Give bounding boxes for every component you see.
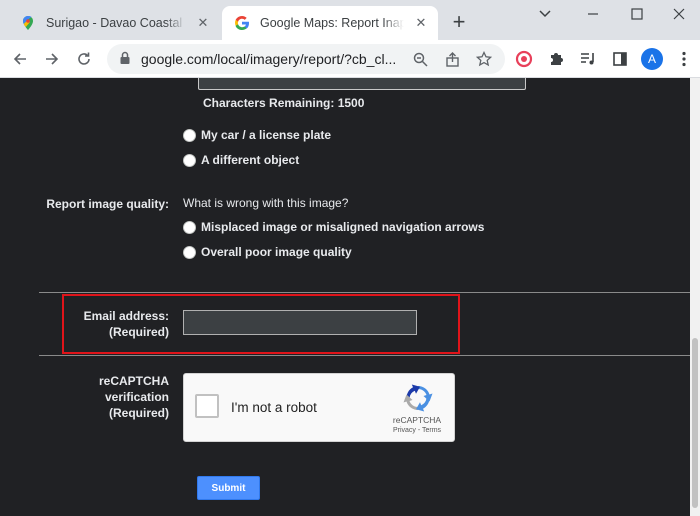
scrollbar-thumb[interactable] bbox=[692, 338, 698, 508]
recaptcha-checkbox-label: I'm not a robot bbox=[231, 400, 317, 415]
address-bar[interactable]: google.com/local/imagery/report/?cb_cl..… bbox=[107, 44, 505, 74]
divider bbox=[39, 355, 690, 356]
minimize-icon[interactable] bbox=[570, 2, 616, 26]
radio-button[interactable] bbox=[183, 153, 196, 167]
tab-strip: Surigao - Davao Coastal Rd ✕ Google Maps… bbox=[0, 0, 700, 40]
recaptcha-label-group: reCAPTCHA verification (Required) bbox=[70, 373, 169, 421]
side-panel-icon[interactable] bbox=[606, 45, 634, 73]
profile-avatar[interactable]: A bbox=[641, 48, 663, 70]
radio-label: Misplaced image or misaligned navigation… bbox=[201, 220, 485, 234]
share-icon[interactable] bbox=[443, 50, 461, 68]
radio-option-misplaced[interactable]: Misplaced image or misaligned navigation… bbox=[183, 220, 484, 234]
recaptcha-logo-icon bbox=[403, 384, 433, 412]
maximize-icon[interactable] bbox=[614, 2, 660, 26]
media-queue-icon[interactable] bbox=[574, 45, 602, 73]
divider bbox=[39, 292, 690, 293]
close-icon[interactable]: ✕ bbox=[194, 14, 212, 32]
zoom-icon[interactable] bbox=[411, 50, 429, 68]
back-arrow-icon[interactable] bbox=[6, 45, 34, 73]
window-close-icon[interactable] bbox=[656, 2, 700, 26]
star-icon[interactable] bbox=[475, 50, 493, 68]
report-form-page: Characters Remaining: 1500 My car / a li… bbox=[0, 78, 690, 516]
radio-button[interactable] bbox=[183, 220, 196, 234]
tab-search-chevron-icon[interactable] bbox=[522, 2, 568, 26]
tab-surigao[interactable]: Surigao - Davao Coastal Rd ✕ bbox=[8, 6, 220, 40]
recaptcha-widget: I'm not a robot reCAPTCHA Privacy - Term… bbox=[183, 373, 455, 442]
radio-option-different-object[interactable]: A different object bbox=[183, 153, 299, 167]
new-tab-button[interactable]: + bbox=[446, 10, 472, 36]
radio-option-poor-quality[interactable]: Overall poor image quality bbox=[183, 245, 352, 259]
browser-toolbar: google.com/local/imagery/report/?cb_cl..… bbox=[0, 40, 700, 78]
radio-option-car[interactable]: My car / a license plate bbox=[183, 128, 331, 142]
google-maps-pin-icon bbox=[23, 16, 33, 30]
tab-title: Surigao - Davao Coastal Rd bbox=[46, 16, 186, 30]
radio-label: Overall poor image quality bbox=[201, 245, 352, 259]
radio-button[interactable] bbox=[183, 245, 196, 259]
radio-label: A different object bbox=[201, 153, 300, 167]
recaptcha-privacy-terms[interactable]: Privacy - Terms bbox=[382, 427, 452, 434]
lock-icon bbox=[120, 51, 130, 64]
recaptcha-brand: reCAPTCHA bbox=[392, 415, 442, 425]
email-required: (Required) bbox=[109, 325, 169, 339]
reload-icon[interactable] bbox=[70, 45, 98, 73]
email-label-group: Email address: (Required) bbox=[70, 308, 169, 340]
menu-kebab-icon[interactable] bbox=[670, 45, 698, 73]
radio-button[interactable] bbox=[183, 128, 196, 142]
extensions-puzzle-icon[interactable] bbox=[542, 45, 570, 73]
recaptcha-checkbox[interactable] bbox=[195, 394, 219, 418]
forward-arrow-icon[interactable] bbox=[38, 45, 66, 73]
recaptcha-label: reCAPTCHA bbox=[98, 374, 169, 388]
url-text: google.com/local/imagery/report/?cb_cl..… bbox=[141, 51, 397, 67]
recaptcha-required: (Required) bbox=[109, 406, 169, 420]
tab-title: Google Maps: Report Inapp bbox=[260, 16, 404, 30]
radio-label: My car / a license plate bbox=[201, 128, 332, 142]
tab-report[interactable]: Google Maps: Report Inapp ✕ bbox=[222, 6, 438, 40]
extension-ring-icon[interactable] bbox=[510, 45, 538, 73]
close-icon[interactable]: ✕ bbox=[412, 14, 430, 32]
recaptcha-label-verification: verification bbox=[104, 390, 169, 404]
chars-remaining: Characters Remaining: 1500 bbox=[203, 96, 365, 110]
quality-question: What is wrong with this image? bbox=[183, 196, 349, 210]
email-input[interactable] bbox=[183, 310, 417, 335]
email-label: Email address: bbox=[83, 309, 169, 323]
google-g-icon bbox=[235, 16, 249, 30]
description-textarea[interactable] bbox=[198, 78, 526, 90]
submit-button[interactable]: Submit bbox=[197, 476, 260, 500]
quality-label: Report image quality: bbox=[46, 197, 169, 211]
